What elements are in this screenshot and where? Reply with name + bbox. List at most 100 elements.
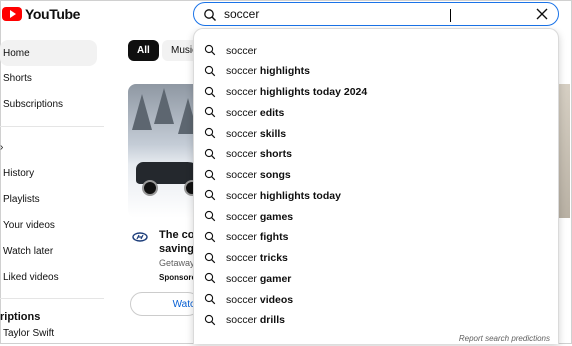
- search-icon: [204, 86, 216, 97]
- suggestion-text: soccer fights: [226, 231, 288, 243]
- sidebar-item-label: Home: [3, 47, 30, 59]
- hyundai-logo-icon[interactable]: [132, 232, 148, 242]
- sidebar-item-history[interactable]: History: [0, 160, 97, 186]
- search-icon: [204, 9, 216, 21]
- sidebar-item-liked-videos[interactable]: Liked videos: [0, 264, 97, 290]
- suggestion-completion-part: fights: [256, 231, 289, 244]
- sidebar-item-your-videos[interactable]: Your videos: [0, 212, 97, 238]
- suggestion-completion-part: skills: [256, 127, 287, 140]
- suggestion-text: soccer gamer: [226, 273, 291, 285]
- suggestion-text: soccer shorts: [226, 148, 292, 160]
- suggestion-query-part: soccer: [226, 210, 257, 223]
- suggestion-text: soccer tricks: [226, 252, 288, 264]
- video-title[interactable]: The co savings: [159, 228, 193, 256]
- suggestion-text: soccer: [226, 45, 257, 57]
- suggestion-completion-part: songs: [256, 169, 291, 181]
- sidebar-item-playlists[interactable]: Playlists: [0, 186, 97, 212]
- sidebar-item-subscription[interactable]: Taylor Swift: [0, 328, 97, 346]
- suggestion-item[interactable]: soccer songs: [194, 165, 558, 186]
- sidebar-item-watch-later[interactable]: Watch later: [0, 238, 97, 264]
- suggestion-item[interactable]: soccer highlights today 2024: [194, 82, 558, 103]
- suggestion-text: soccer songs: [226, 169, 291, 181]
- sidebar-item-label: Liked videos: [3, 271, 59, 283]
- suggestion-completion-part: gamer: [256, 272, 292, 285]
- suggestion-completion-part: highlights: [256, 65, 311, 78]
- suggestion-query-part: soccer: [226, 148, 257, 161]
- suggestion-query-part: soccer: [226, 252, 257, 264]
- search-icon: [204, 127, 216, 139]
- suggestion-item[interactable]: soccer tricks: [194, 248, 558, 269]
- suggestion-completion-part: highlights today 2024: [256, 86, 368, 98]
- suggestion-query-part: soccer: [226, 293, 257, 306]
- search-suggestions-dropdown: soccer soccer highlights soccer highlights…: [193, 28, 559, 344]
- search-icon: [204, 169, 216, 180]
- search-input[interactable]: [224, 6, 514, 22]
- suggestion-completion-part: highlights today: [256, 189, 341, 202]
- search-icon: [204, 210, 216, 222]
- suggestion-text: soccer edits: [226, 107, 284, 119]
- chip-all[interactable]: All: [128, 40, 159, 61]
- sidebar-item-shorts[interactable]: Shorts: [0, 65, 97, 91]
- suggestion-item[interactable]: soccer shorts: [194, 144, 558, 165]
- search-icon: [204, 190, 216, 201]
- suggestion-item[interactable]: soccer fights: [194, 227, 558, 248]
- suggestion-completion-part: tricks: [256, 252, 288, 264]
- sidebar-item-label: Shorts: [3, 72, 32, 84]
- suggestion-query-part: soccer: [226, 44, 257, 57]
- sidebar-divider: [0, 126, 104, 127]
- text-caret: [450, 9, 451, 22]
- suggestion-text: soccer videos: [226, 294, 293, 306]
- suggestion-query-part: soccer: [226, 86, 257, 98]
- suggestion-query-part: soccer: [226, 169, 257, 181]
- sidebar-item-label: Subscriptions: [3, 98, 64, 110]
- video-title-line: savings: [159, 243, 193, 255]
- suggestion-item[interactable]: soccer highlights today: [194, 185, 558, 206]
- suggestion-item[interactable]: soccer games: [194, 206, 558, 227]
- video-title-line: The co: [159, 229, 193, 241]
- thumbnail-tree: [154, 88, 174, 124]
- sidebar-item-home[interactable]: Home: [0, 40, 97, 66]
- suggestion-text: soccer highlights today: [226, 190, 341, 202]
- suggestion-query-part: soccer: [226, 65, 257, 78]
- suggestion-text: soccer skills: [226, 128, 286, 140]
- youtube-logo[interactable]: YouTube: [2, 6, 80, 22]
- subscriptions-section-title: riptions: [0, 311, 41, 323]
- sidebar-item-label: Watch later: [3, 245, 54, 257]
- suggestion-completion-part: videos: [256, 293, 294, 306]
- search-icon: [204, 231, 216, 242]
- logo-text: YouTube: [25, 6, 81, 22]
- watch-button[interactable]: Watc: [130, 292, 200, 316]
- close-icon[interactable]: [535, 7, 549, 21]
- suggestion-item[interactable]: soccer highlights: [194, 61, 558, 82]
- watch-button-label: Watc: [172, 298, 195, 310]
- sidebar-item-label: Your videos: [3, 219, 55, 231]
- suggestion-item[interactable]: soccer edits: [194, 102, 558, 123]
- suggestion-text: soccer highlights today 2024: [226, 86, 367, 98]
- sidebar-item-label: History: [3, 167, 35, 179]
- suggestion-item[interactable]: soccer drills: [194, 310, 558, 331]
- search-icon: [204, 44, 216, 56]
- channel-name[interactable]: Getaway: [159, 258, 195, 268]
- sidebar-item-label: Playlists: [3, 193, 40, 205]
- chevron-right-icon[interactable]: ›: [0, 142, 3, 153]
- sidebar-item-label: Taylor Swift: [3, 328, 55, 339]
- suggestion-text: soccer drills: [226, 314, 285, 326]
- search-icon: [204, 273, 216, 284]
- suggestion-item[interactable]: soccer gamer: [194, 268, 558, 289]
- search-icon: [204, 65, 216, 76]
- suggestion-text: soccer highlights: [226, 65, 310, 77]
- suggestion-completion-part: drills: [256, 314, 285, 327]
- video-thumbnail-partial[interactable]: [558, 84, 570, 218]
- search-icon: [204, 252, 216, 263]
- suggestion-completion-part: shorts: [256, 148, 292, 161]
- sponsored-label: Sponsore: [159, 273, 196, 282]
- search-bar[interactable]: [193, 2, 559, 26]
- suggestion-item[interactable]: soccer videos: [194, 289, 558, 310]
- suggestion-completion-part: edits: [256, 106, 285, 119]
- report-search-predictions-link[interactable]: Report search predictions: [459, 334, 550, 343]
- suggestion-item[interactable]: soccer skills: [194, 123, 558, 144]
- suggestion-text: soccer games: [226, 211, 293, 223]
- search-icon: [204, 293, 216, 305]
- sidebar-item-subscriptions[interactable]: Subscriptions: [0, 91, 97, 117]
- suggestion-item[interactable]: soccer: [194, 40, 558, 61]
